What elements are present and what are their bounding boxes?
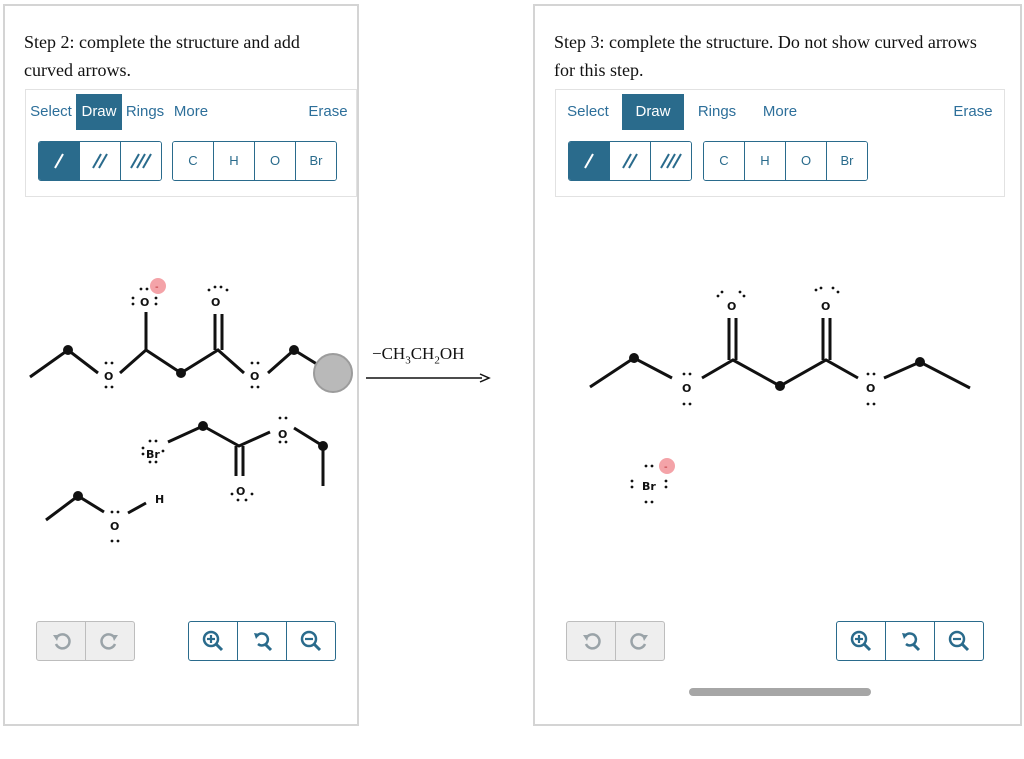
atom-label-o: O: [211, 296, 220, 309]
reagent-part: CH: [410, 344, 435, 363]
reagent-part: OH: [439, 344, 465, 363]
step2-acyl-fragment[interactable]: [167, 424, 325, 486]
atom-label-h: H: [155, 493, 164, 506]
step2-carbon-dots: [63, 345, 299, 378]
drag-cursor-handle[interactable]: [313, 353, 353, 393]
step2-ethanol[interactable]: [45, 494, 147, 522]
step3-carbon-dots: [629, 353, 925, 391]
charge-sign: -: [664, 462, 668, 473]
step2-ester-structure[interactable]: [29, 312, 321, 379]
atom-label-br: Br: [642, 480, 656, 493]
atom-label-o: O: [104, 370, 113, 383]
molecule-canvas: - O O O O Br O O O H O O O O - Br: [29, 278, 971, 543]
atom-label-o: O: [727, 300, 736, 313]
reagent-part: −CH: [372, 344, 406, 363]
home-indicator[interactable]: [689, 688, 871, 696]
atom-label-br: Br: [146, 448, 160, 461]
atom-label-o: O: [236, 485, 245, 498]
atom-label-o: O: [278, 428, 287, 441]
atom-label-o: O: [821, 300, 830, 313]
reaction-arrow: [366, 373, 491, 383]
step3-ester-structure[interactable]: [589, 318, 971, 390]
atom-label-o: O: [866, 382, 875, 395]
atom-label-o: O: [110, 520, 119, 533]
lone-pair-dots: [141, 416, 288, 502]
reaction-reagent-label: −CH3CH2OH: [372, 344, 464, 366]
ethanol-carbon-dot: [73, 491, 83, 501]
atom-label-o: O: [682, 382, 691, 395]
atom-label-o: O: [140, 296, 149, 309]
atom-label-o: O: [250, 370, 259, 383]
charge-sign: -: [155, 282, 159, 293]
